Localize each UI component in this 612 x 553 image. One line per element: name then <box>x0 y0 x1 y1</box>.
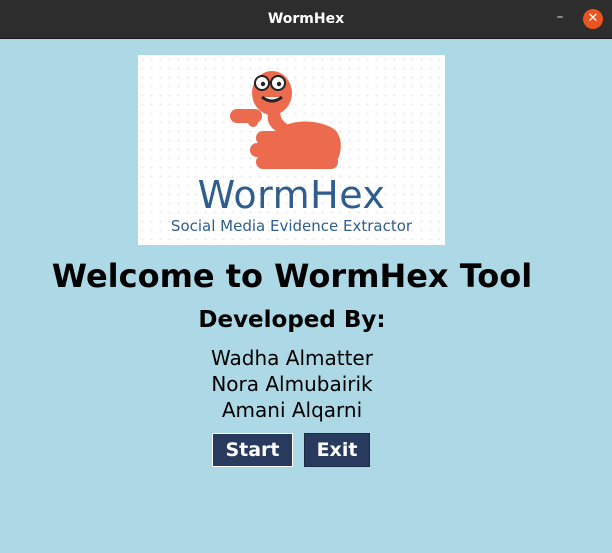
developer-name: Wadha Almatter <box>211 346 373 370</box>
start-button[interactable]: Start <box>212 433 293 467</box>
worm-with-glasses-icon <box>230 71 341 169</box>
developer-list: Wadha Almatter Nora Almubairik Amani Alq… <box>0 345 584 423</box>
app-logo: WormHex Social Media Evidence Extractor <box>138 55 445 245</box>
app-window: WormHex – ✕ WormHex Social Media Evidenc… <box>0 0 612 553</box>
logo-tagline: Social Media Evidence Extractor <box>170 217 413 235</box>
logo-wordmark: WormHex <box>197 173 386 217</box>
minimize-button[interactable]: – <box>551 9 569 27</box>
window-title: WormHex <box>267 11 345 27</box>
welcome-heading: Welcome to WormHex Tool <box>51 257 533 295</box>
developer-name: Amani Alqarni <box>221 398 363 422</box>
developed-by-heading: Developed By: <box>198 307 386 333</box>
developer-name: Nora Almubairik <box>211 372 373 396</box>
exit-button[interactable]: Exit <box>304 433 370 467</box>
title-bar[interactable]: WormHex – ✕ <box>0 0 612 39</box>
close-button[interactable]: ✕ <box>583 9 603 29</box>
